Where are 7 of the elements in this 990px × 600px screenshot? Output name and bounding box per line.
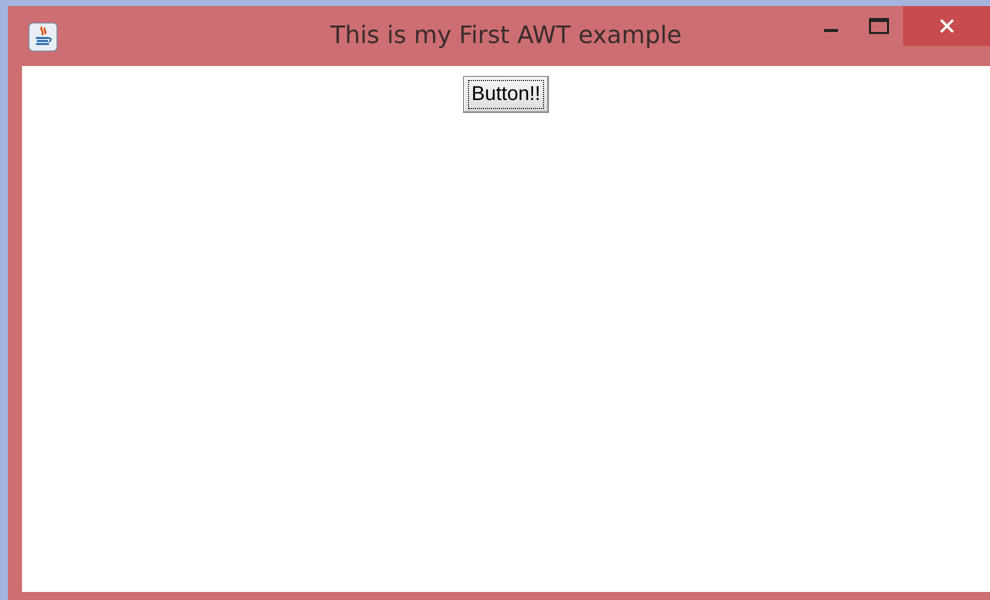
close-icon <box>938 17 956 35</box>
minimize-icon <box>824 28 838 32</box>
coffee-cup-icon <box>28 22 58 52</box>
close-button[interactable] <box>903 6 990 46</box>
window-title: This is my First AWT example <box>330 21 682 49</box>
maximize-icon <box>869 18 889 34</box>
push-button[interactable]: Button!! <box>462 76 550 113</box>
